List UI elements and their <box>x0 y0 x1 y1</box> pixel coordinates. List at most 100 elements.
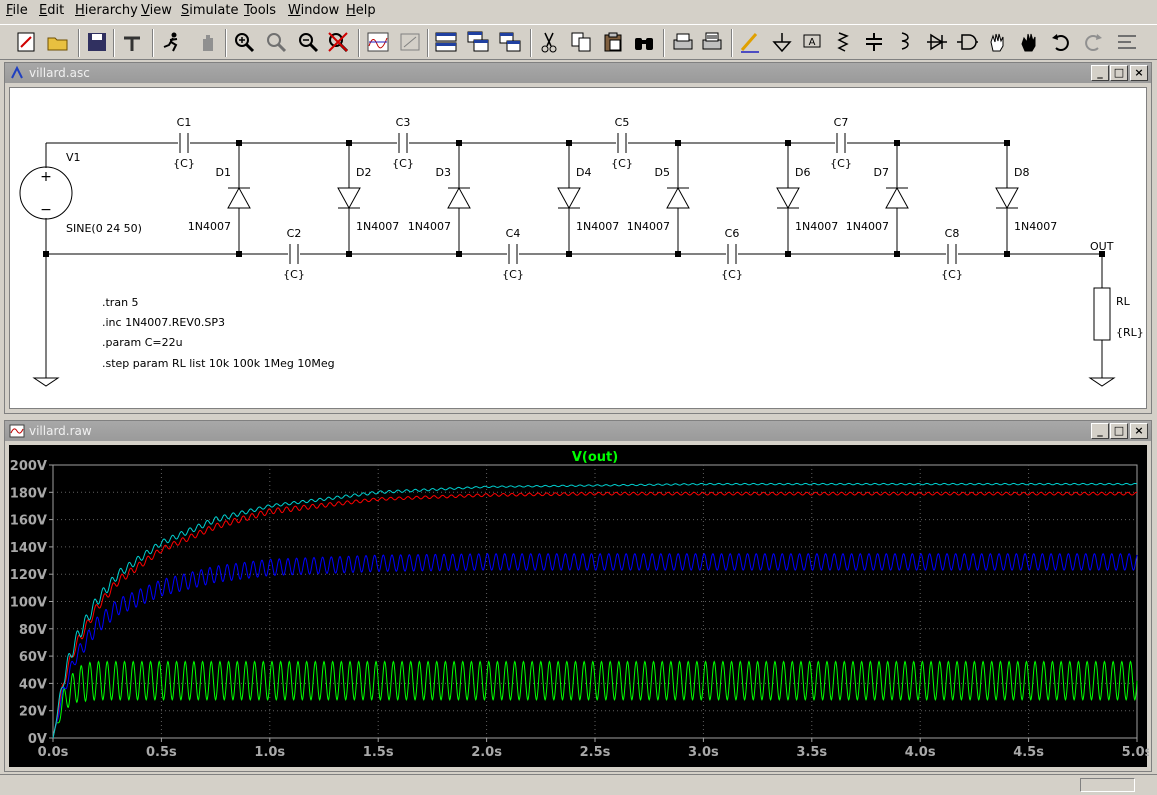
tile-vertical-icon[interactable] <box>498 30 522 54</box>
junction-dot <box>785 140 791 146</box>
diode-symbol[interactable] <box>776 187 800 210</box>
inductor-icon[interactable] <box>892 30 916 54</box>
control-panel-icon[interactable] <box>120 30 144 54</box>
x-tick-label: 2.5s <box>580 745 611 760</box>
directive-tran[interactable]: .tran 5 <box>102 296 139 309</box>
schematic-canvas[interactable]: + − C1 {C} C2 {C} C3 {C} C4 {C} C5 {C} C6 {C} C7 {C} C… <box>9 87 1147 409</box>
load-value: {RL} <box>1116 326 1144 339</box>
maximize-button[interactable]: □ <box>1110 423 1128 439</box>
diode-name: D7 <box>874 166 889 179</box>
capacitor-value: {C} <box>611 157 633 170</box>
toolbar-separator <box>78 29 80 57</box>
open-icon[interactable] <box>46 30 70 54</box>
menu-tools[interactable]: Tools <box>244 3 276 18</box>
y-tick-label: 180V <box>10 486 47 501</box>
component-icon[interactable] <box>955 30 979 54</box>
waveform-titlebar: villard.raw _ □ × <box>5 421 1151 441</box>
tile-horizontal-icon[interactable] <box>434 30 458 54</box>
junction-dot <box>456 251 462 257</box>
menu-edit[interactable]: Edit <box>39 3 64 18</box>
source-value: SINE(0 24 50) <box>66 222 142 235</box>
diode-model: 1N4007 <box>408 220 451 233</box>
print-icon[interactable] <box>700 30 724 54</box>
svg-text:+: + <box>40 169 52 185</box>
trace-title[interactable]: V(out) <box>572 450 618 465</box>
run-icon[interactable] <box>160 30 184 54</box>
label-icon[interactable]: A <box>800 30 824 54</box>
new-schematic-icon[interactable] <box>14 30 38 54</box>
diode-icon[interactable] <box>925 30 949 54</box>
y-tick-label: 120V <box>10 568 47 583</box>
close-button[interactable]: × <box>1130 423 1148 439</box>
zoom-in-icon[interactable] <box>232 30 256 54</box>
diode-name: D6 <box>795 166 810 179</box>
undo-icon[interactable] <box>1050 30 1074 54</box>
capacitor-icon[interactable] <box>862 30 886 54</box>
capacitor-name: C5 <box>615 116 630 129</box>
menu-window[interactable]: Window <box>288 3 339 18</box>
diode-model: 1N4007 <box>188 220 231 233</box>
diode-symbol[interactable] <box>227 186 251 209</box>
toolbar-separator <box>731 29 733 57</box>
capacitor-value: {C} <box>830 157 852 170</box>
drag-icon[interactable] <box>1017 30 1041 54</box>
menu-file[interactable]: File <box>6 3 28 18</box>
waveform-icon[interactable] <box>366 30 390 54</box>
capacitor-name: C7 <box>834 116 849 129</box>
diode-symbol[interactable] <box>447 186 471 209</box>
find-icon[interactable] <box>632 30 656 54</box>
close-button[interactable]: × <box>1130 65 1148 81</box>
minimize-button[interactable]: _ <box>1091 423 1109 439</box>
diode-symbol[interactable] <box>557 187 581 210</box>
menu-view[interactable]: View <box>141 3 172 18</box>
diode-symbol[interactable] <box>337 187 361 210</box>
diode-model: 1N4007 <box>795 220 838 233</box>
zoom-full-icon[interactable] <box>264 30 288 54</box>
menu-help[interactable]: Help <box>346 3 376 18</box>
waveform-icon <box>9 424 25 438</box>
maximize-button[interactable]: □ <box>1110 65 1128 81</box>
zoom-out-icon[interactable] <box>296 30 320 54</box>
minimize-button[interactable]: _ <box>1091 65 1109 81</box>
resistor-icon[interactable] <box>831 30 855 54</box>
ground-symbol <box>1088 377 1116 387</box>
print-setup-icon[interactable] <box>671 30 695 54</box>
wire-icon[interactable] <box>738 30 762 54</box>
diode-name: D2 <box>356 166 371 179</box>
save-icon[interactable] <box>85 30 109 54</box>
diode-symbol[interactable] <box>666 186 690 209</box>
directive-inc[interactable]: .inc 1N4007.REV0.SP3 <box>102 316 225 329</box>
paste-icon[interactable] <box>601 30 625 54</box>
schematic-drawing: + − C1 {C} C2 {C} C3 {C} C4 {C} C5 {C} C6 {C} C7 {C} C… <box>19 116 1144 387</box>
junction-dot <box>675 140 681 146</box>
ground-icon[interactable] <box>770 30 794 54</box>
directive-param[interactable]: .param C=22u <box>102 336 183 349</box>
plot-pane[interactable]: 0.0s 0.5s 1.0s 1.5s 2.0s 2.5s 3.0s 3.5s 4.0s 4.5s… <box>9 445 1153 769</box>
cascade-icon[interactable] <box>466 30 490 54</box>
text-icon[interactable] <box>1115 30 1139 54</box>
cancel-zoom-icon[interactable] <box>326 30 350 54</box>
waveform-plot[interactable]: 0.0s 0.5s 1.0s 1.5s 2.0s 2.5s 3.0s 3.5s 4.0s 4.5s… <box>9 445 1153 769</box>
directive-step[interactable]: .step param RL list 10k 100k 1Meg 10Meg <box>102 357 335 370</box>
y-tick-label: 200V <box>10 459 47 474</box>
junction-dot <box>236 251 242 257</box>
capacitor-value: {C} <box>502 268 524 281</box>
halt-icon[interactable] <box>196 30 220 54</box>
menu-hierarchy[interactable]: Hierarchy <box>75 3 138 18</box>
diode-symbol[interactable] <box>995 187 1019 210</box>
toolbar: A <box>0 24 1157 60</box>
resistor-symbol[interactable] <box>1093 287 1111 341</box>
diode-name: D5 <box>655 166 670 179</box>
autorange-icon[interactable] <box>398 30 422 54</box>
copy-icon[interactable] <box>569 30 593 54</box>
cut-icon[interactable] <box>537 30 561 54</box>
redo-icon[interactable] <box>1080 30 1104 54</box>
junction-dot <box>346 140 352 146</box>
menu-simulate[interactable]: Simulate <box>181 3 238 18</box>
load-name: RL <box>1116 295 1131 308</box>
move-icon[interactable] <box>985 30 1009 54</box>
toolbar-separator <box>225 29 227 57</box>
capacitor-value: {C} <box>721 268 743 281</box>
diode-model: 1N4007 <box>1014 220 1057 233</box>
diode-symbol[interactable] <box>885 186 909 209</box>
